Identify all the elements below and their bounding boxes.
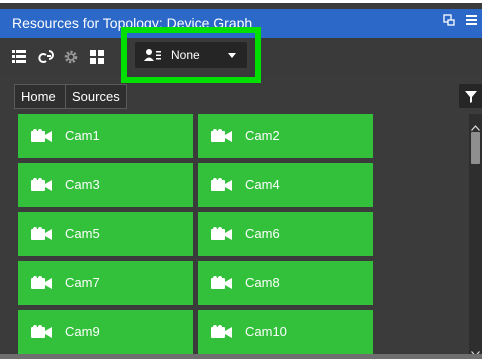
source-tile[interactable]: Cam8 [198, 261, 373, 305]
source-label: Cam5 [65, 226, 100, 241]
camera-icon [211, 325, 233, 339]
menu-icon[interactable] [466, 14, 477, 29]
source-label: Cam10 [245, 324, 287, 339]
camera-icon [31, 129, 53, 143]
sources-grid: Cam1 Cam2 Cam3 Cam4 Cam5 Cam6 Cam7 Cam8 Cam9 Cam1… [14, 114, 464, 354]
source-tile[interactable]: Cam10 [198, 310, 373, 354]
filter-icon [465, 90, 477, 108]
list-view-icon[interactable] [11, 49, 27, 65]
source-tile[interactable]: Cam7 [18, 261, 193, 305]
scroll-down-icon[interactable] [471, 344, 480, 362]
source-tile[interactable]: Cam2 [198, 114, 373, 158]
user-filter-value: None [171, 48, 200, 62]
source-label: Cam6 [245, 226, 280, 241]
grid-view-icon[interactable] [89, 49, 105, 65]
filter-button[interactable] [459, 84, 482, 108]
settings-icon[interactable] [63, 49, 79, 65]
link-icon[interactable] [38, 49, 54, 65]
scroll-thumb[interactable] [471, 132, 480, 164]
source-tile[interactable]: Cam4 [198, 163, 373, 207]
camera-icon [211, 129, 233, 143]
camera-icon [31, 178, 53, 192]
source-label: Cam7 [65, 275, 100, 290]
chevron-down-icon [228, 53, 236, 58]
source-label: Cam2 [245, 128, 280, 143]
source-tile[interactable]: Cam3 [18, 163, 193, 207]
source-tile[interactable]: Cam5 [18, 212, 193, 256]
camera-icon [31, 325, 53, 339]
source-label: Cam8 [245, 275, 280, 290]
camera-icon [211, 178, 233, 192]
highlight-box: None [121, 27, 261, 83]
source-label: Cam9 [65, 324, 100, 339]
restore-icon[interactable] [443, 14, 455, 29]
camera-icon [211, 227, 233, 241]
breadcrumb-sources[interactable]: Sources [65, 84, 127, 109]
camera-icon [211, 276, 233, 290]
bottom-edge [0, 354, 482, 359]
source-tile[interactable]: Cam1 [18, 114, 193, 158]
source-label: Cam3 [65, 177, 100, 192]
source-label: Cam4 [245, 177, 280, 192]
source-label: Cam1 [65, 128, 100, 143]
camera-icon [31, 276, 53, 290]
source-tile[interactable]: Cam6 [198, 212, 373, 256]
user-filter-icon [144, 48, 162, 67]
camera-icon [31, 227, 53, 241]
source-tile[interactable]: Cam9 [18, 310, 193, 354]
user-filter-dropdown[interactable]: None [135, 42, 247, 68]
resources-panel: Resources for Topology: Device Graph Non… [0, 0, 482, 359]
vertical-scrollbar[interactable] [469, 114, 482, 357]
breadcrumb-home[interactable]: Home [14, 84, 66, 109]
